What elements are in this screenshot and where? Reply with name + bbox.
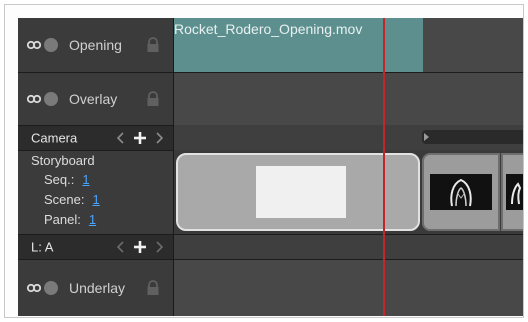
panel-label: Panel: xyxy=(44,212,81,227)
movie-clip-filename: Rocket_Rodero_Opening.mov xyxy=(174,21,363,37)
seq-link[interactable]: 1 xyxy=(82,172,89,187)
audio-nav-controls xyxy=(116,241,164,253)
seq-info: Seq.: 1 xyxy=(44,172,90,187)
character-drawing-icon xyxy=(450,178,472,207)
link-icon[interactable] xyxy=(27,93,41,105)
layer-header-overlay[interactable]: Overlay xyxy=(18,73,173,125)
scene-info: Scene: 1 xyxy=(44,192,100,207)
audio-layer-header[interactable]: L: A xyxy=(18,235,173,259)
panel-thumbnail xyxy=(256,166,346,218)
link-icon[interactable] xyxy=(27,282,41,294)
link-icon[interactable] xyxy=(27,39,41,51)
screenshot-frame: Opening Overlay Camera Storyboard Seq.: … xyxy=(4,4,524,318)
movie-clip[interactable]: Rocket_Rodero_Opening.mov xyxy=(174,18,423,72)
layer-name-opening: Opening xyxy=(69,37,122,53)
prev-arrow-icon[interactable] xyxy=(116,132,124,144)
camera-marker-icon xyxy=(424,133,429,141)
track-underlay[interactable] xyxy=(174,260,523,316)
storyboard-panel[interactable] xyxy=(422,153,500,231)
layer-header-underlay[interactable]: Underlay xyxy=(18,260,173,316)
layer-name-overlay: Overlay xyxy=(69,91,118,107)
camera-keyframe-bar[interactable] xyxy=(422,130,523,144)
layer-header-opening[interactable]: Opening xyxy=(18,18,173,72)
storyboard-track[interactable] xyxy=(174,150,523,234)
storyboard-panel[interactable] xyxy=(501,153,523,231)
playhead[interactable] xyxy=(383,18,385,316)
prev-arrow-icon[interactable] xyxy=(116,241,124,253)
panel-thumbnail xyxy=(506,174,523,210)
track-overlay[interactable] xyxy=(174,73,523,125)
lock-icon[interactable] xyxy=(146,37,160,53)
storyboard-title: Storyboard xyxy=(31,153,95,168)
panel-info: Panel: 1 xyxy=(44,212,96,227)
next-arrow-icon[interactable] xyxy=(156,241,164,253)
character-drawing-icon xyxy=(511,182,522,205)
lock-icon[interactable] xyxy=(146,91,160,107)
visibility-dot-icon[interactable] xyxy=(44,38,58,52)
seq-label: Seq.: xyxy=(44,172,75,187)
scene-label: Scene: xyxy=(44,192,85,207)
audio-layer-label: L: A xyxy=(31,239,54,255)
add-icon[interactable] xyxy=(134,241,146,253)
scene-link[interactable]: 1 xyxy=(92,192,99,207)
camera-label: Camera xyxy=(31,130,78,146)
timeline-panel: Opening Overlay Camera Storyboard Seq.: … xyxy=(18,18,523,316)
storyboard-track-header: Storyboard Seq.: 1 Scene: 1 Panel: 1 xyxy=(18,151,173,234)
next-arrow-icon[interactable] xyxy=(156,132,164,144)
layer-name-underlay: Underlay xyxy=(69,280,126,296)
camera-nav-controls xyxy=(116,132,164,144)
lock-icon[interactable] xyxy=(146,280,160,296)
camera-track[interactable] xyxy=(174,125,523,150)
visibility-dot-icon[interactable] xyxy=(44,281,58,295)
visibility-dot-icon[interactable] xyxy=(44,92,58,106)
track-audio-layer[interactable] xyxy=(174,235,523,259)
panel-thumbnail xyxy=(430,174,492,210)
camera-track-header[interactable]: Camera xyxy=(18,126,173,150)
add-icon[interactable] xyxy=(134,132,146,144)
panel-link[interactable]: 1 xyxy=(89,212,96,227)
